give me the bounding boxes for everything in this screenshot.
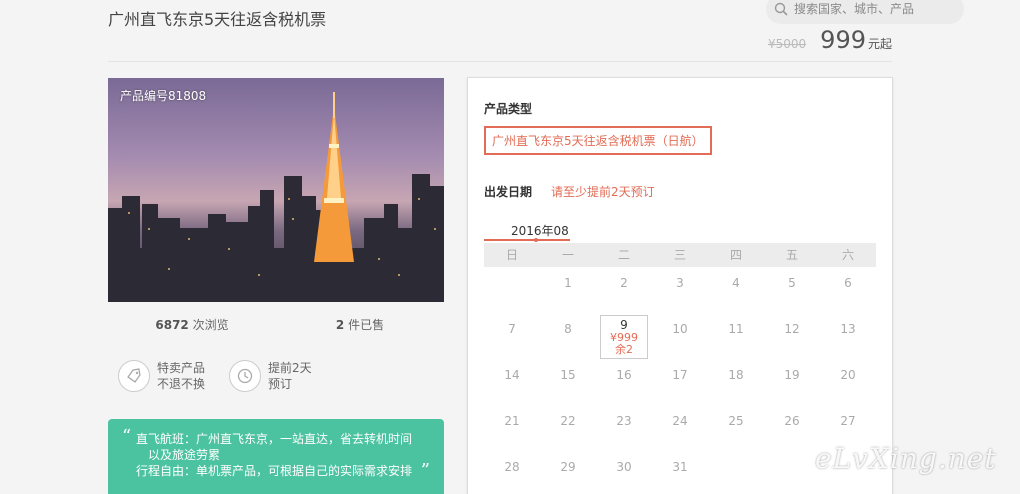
calendar-day: 10 — [672, 322, 688, 336]
booking-panel: 产品类型 广州直飞东京5天往返含税机票（日航） 出发日期 请至少提前2天预订 2… — [467, 77, 893, 494]
product-type-label: 产品类型 — [484, 102, 533, 116]
calendar-day: 29 — [560, 460, 576, 474]
current-price: 999 — [820, 26, 866, 54]
calendar-day: 31 — [672, 460, 688, 474]
highlights-box: “ 直飞航班：广州直飞东京，一站直达，省去转机时间 以及旅途劳累 行程自由：单机… — [108, 419, 444, 494]
calendar-day: 23 — [616, 414, 632, 428]
calendar-day-empty — [764, 451, 820, 494]
weekday: 一 — [561, 248, 574, 262]
weekday: 日 — [505, 248, 518, 262]
weekday: 六 — [841, 248, 854, 262]
calendar-day-available[interactable]: 9 ¥999 余2 — [596, 313, 652, 359]
weekday: 三 — [673, 248, 686, 262]
original-price: ¥5000 — [767, 37, 807, 51]
header-divider — [108, 61, 892, 62]
available-day-stock: 余2 — [615, 343, 633, 356]
departure-date-label: 出发日期 — [484, 185, 533, 199]
calendar-day: 17 — [672, 368, 688, 382]
views-stat: 6872 次浏览 — [108, 316, 276, 333]
search-input[interactable] — [794, 2, 954, 16]
search-box[interactable] — [766, 0, 964, 24]
tag-icon — [118, 360, 150, 392]
calendar-day: 19 — [784, 368, 800, 382]
calendar-day-empty — [708, 451, 764, 494]
product-code: 产品编号81808 — [120, 89, 207, 103]
weekday-header: 日 一 二 三 四 五 六 — [484, 243, 876, 267]
calendar-day: 18 — [728, 368, 744, 382]
feature-line: 不退不换 — [157, 377, 206, 391]
calendar-day: 24 — [672, 414, 688, 428]
product-photo: 产品编号81808 — [108, 78, 444, 302]
calendar-day: 25 — [728, 414, 744, 428]
feature-line: 特卖产品 — [157, 361, 206, 375]
sold-label: 件已售 — [348, 318, 385, 332]
weekday: 二 — [617, 248, 630, 262]
calendar-day: 15 — [560, 368, 576, 382]
quote-close-icon: ” — [420, 460, 430, 481]
page-title: 广州直飞东京5天往返含税机票 — [108, 10, 327, 29]
month-tab-underline — [484, 239, 570, 241]
month-tab-indicator — [534, 238, 538, 242]
month-tab[interactable]: 2016年08 — [485, 222, 569, 239]
weekday: 四 — [729, 248, 742, 262]
product-type-option[interactable]: 广州直飞东京5天往返含税机票（日航） — [484, 126, 712, 155]
calendar-day: 6 — [844, 276, 852, 290]
tokyo-tower-image — [108, 92, 444, 302]
calendar-day: 12 — [784, 322, 800, 336]
clock-icon — [229, 360, 262, 392]
price-unit: 元起 — [867, 37, 892, 51]
price-block: ¥5000 999 元起 — [768, 26, 892, 54]
calendar-day: 4 — [732, 276, 740, 290]
calendar-day: 30 — [616, 460, 632, 474]
feature-list: 特卖产品 不退不换 提前2天 预订 — [108, 360, 444, 392]
sold-count: 2 — [335, 318, 345, 332]
calendar-day: 8 — [564, 322, 572, 336]
quote-open-icon: “ — [122, 426, 132, 447]
calendar-day: 21 — [504, 414, 520, 428]
booking-hint: 请至少提前2天预订 — [551, 185, 655, 199]
product-stats: 6872 次浏览 2 件已售 — [108, 316, 444, 333]
highlight-line: 直飞航班：广州直飞东京，一站直达，省去转机时间 — [136, 432, 413, 446]
calendar-day: 16 — [616, 368, 632, 382]
calendar-day: 1 — [564, 276, 572, 290]
feature-line: 预订 — [268, 377, 293, 391]
views-label: 次浏览 — [192, 318, 229, 332]
calendar-day: 2 — [620, 276, 628, 290]
calendar-day: 7 — [508, 322, 516, 336]
calendar-day: 13 — [840, 322, 856, 336]
feature-special-sale: 特卖产品 不退不换 — [118, 360, 205, 392]
calendar-day-empty — [484, 267, 540, 313]
calendar-day: 14 — [504, 368, 520, 382]
search-icon — [774, 2, 788, 16]
weekday: 五 — [785, 248, 798, 262]
calendar-day: 11 — [728, 322, 744, 336]
calendar-day: 28 — [504, 460, 520, 474]
calendar-day: 20 — [840, 368, 856, 382]
feature-line: 提前2天 — [268, 361, 312, 375]
highlight-line: 行程自由：单机票产品，可根据自己的实际需求安排 — [136, 464, 413, 478]
sold-stat: 2 件已售 — [276, 316, 444, 333]
calendar-day: 26 — [784, 414, 800, 428]
site-watermark: eLvXing.net — [815, 442, 997, 475]
available-day-number: 9 — [620, 318, 628, 332]
calendar-day: 3 — [676, 276, 684, 290]
feature-advance-booking: 提前2天 预订 — [229, 360, 312, 392]
calendar-day: 22 — [560, 414, 576, 428]
calendar-day: 5 — [788, 276, 796, 290]
highlight-line: 以及旅途劳累 — [148, 448, 221, 462]
views-count: 6872 — [155, 318, 189, 332]
